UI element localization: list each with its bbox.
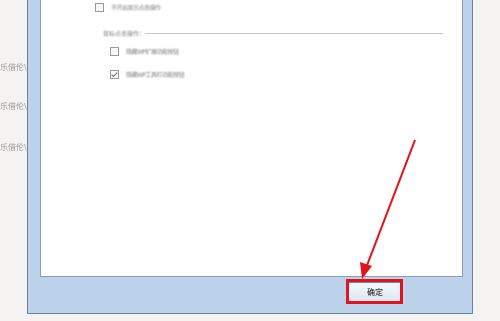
top-option-label: 不开启显示点击操作: [111, 4, 161, 12]
dialog-content-panel: [40, 0, 463, 277]
group-divider: [145, 33, 443, 34]
group-option-2-checkbox[interactable]: [110, 69, 119, 79]
annotation-highlight-box: [346, 279, 403, 304]
group-option-2-label: 隐藏WP工具栏功能按钮: [126, 71, 185, 79]
dialog-button-bar: [28, 277, 472, 314]
background-text-1: 乐借伦\: [0, 63, 27, 72]
group-option-1-label: 隐藏WP扩展功能按钮: [126, 48, 179, 56]
option-row-2[interactable]: 隐藏WP工具栏功能按钮: [110, 69, 185, 79]
group-heading: 鼠标点击操作：: [103, 31, 146, 38]
option-row-top[interactable]: 不开启显示点击操作: [95, 2, 161, 12]
top-option-checkbox[interactable]: [95, 2, 104, 12]
background-text-3: 乐借伦\: [0, 143, 27, 152]
option-row-1[interactable]: 隐藏WP扩展功能按钮: [110, 46, 179, 56]
background-text-2: 乐借伦\: [0, 102, 27, 111]
group-option-1-checkbox[interactable]: [110, 46, 119, 56]
